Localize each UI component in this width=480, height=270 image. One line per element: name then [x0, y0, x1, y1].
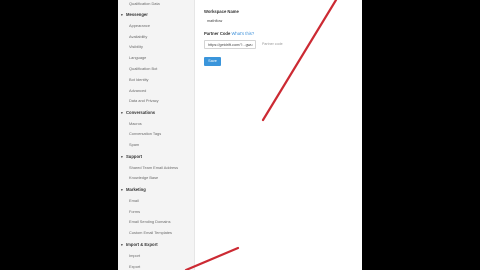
annotation-stroke-upper — [261, 0, 338, 122]
annotation-stroke-lower — [184, 246, 240, 270]
annotation-overlay — [184, 0, 338, 270]
